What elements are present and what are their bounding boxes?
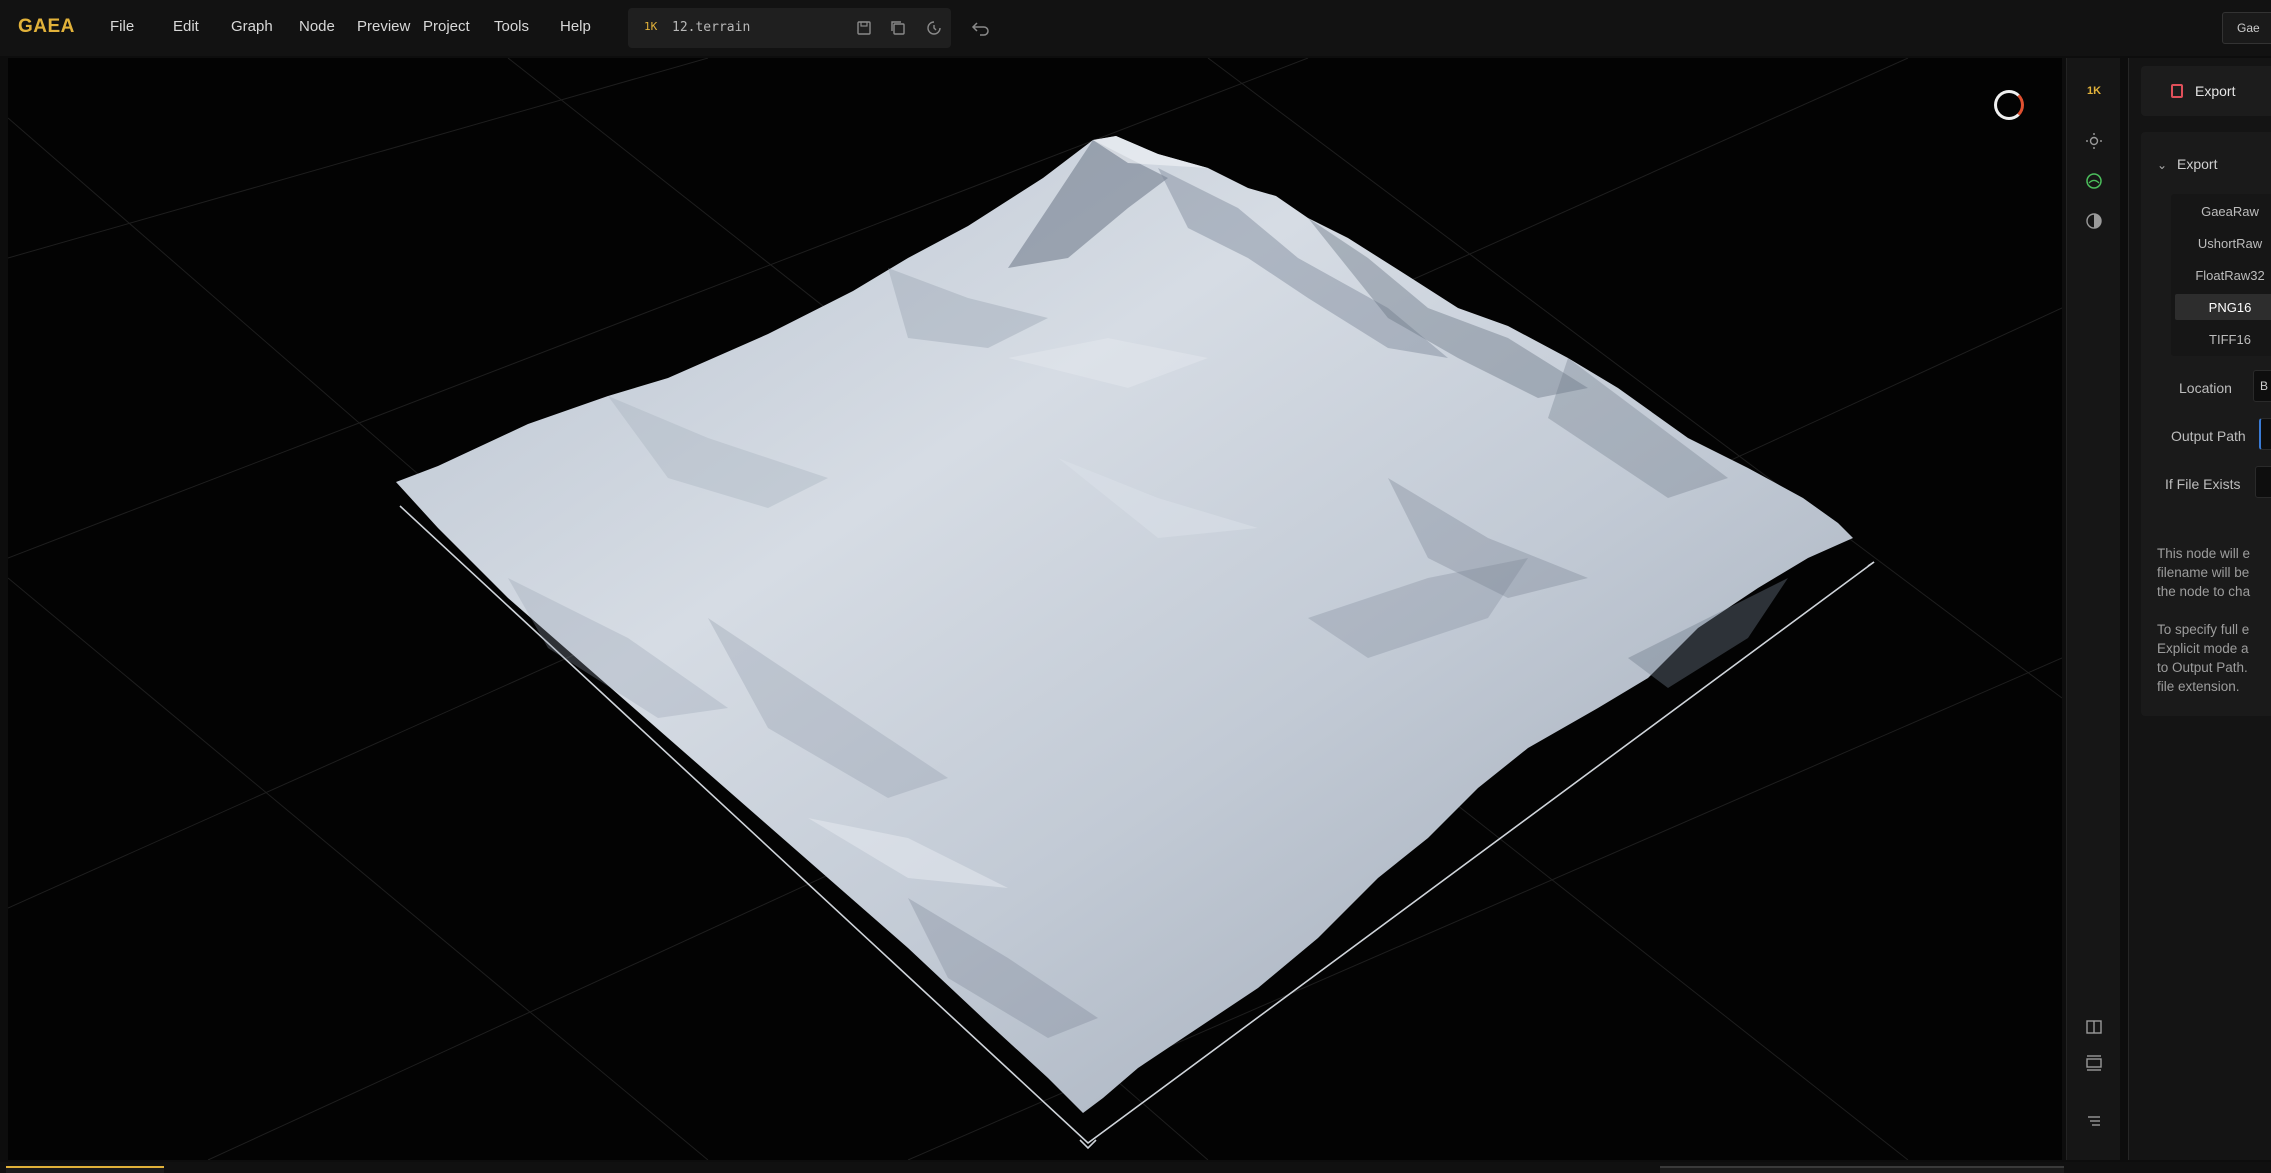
corner-button[interactable]: Gae bbox=[2222, 12, 2271, 44]
format-list: GaeaRaw UshortRaw FloatRaw32 PNG16 TIFF1… bbox=[2171, 194, 2271, 356]
description-line: Explicit mode a bbox=[2157, 641, 2249, 656]
menu-project[interactable]: Project bbox=[423, 18, 470, 35]
format-tiff16[interactable]: TIFF16 bbox=[2175, 326, 2271, 352]
viewport-3d[interactable] bbox=[8, 58, 2062, 1160]
toolstrip-resolution[interactable]: 1K bbox=[2081, 78, 2107, 104]
description-line: to Output Path. bbox=[2157, 660, 2248, 675]
sun-icon[interactable] bbox=[2081, 128, 2107, 154]
if-file-exists-dropdown[interactable] bbox=[2255, 466, 2271, 498]
menu-preview[interactable]: Preview bbox=[357, 18, 410, 35]
menu-file[interactable]: File bbox=[110, 18, 134, 35]
menu-edit[interactable]: Edit bbox=[173, 18, 199, 35]
terrain-surface bbox=[396, 136, 1853, 1113]
output-path-field[interactable] bbox=[2259, 418, 2271, 450]
terrain-render bbox=[8, 58, 2062, 1160]
description-line: the node to cha bbox=[2157, 584, 2251, 599]
format-floatraw32[interactable]: FloatRaw32 bbox=[2175, 262, 2271, 288]
file-name: 12.terrain bbox=[672, 20, 751, 35]
description-line: filename will be bbox=[2157, 565, 2250, 580]
description-line: To specify full e bbox=[2157, 622, 2250, 637]
loading-spinner-icon bbox=[1994, 90, 2024, 120]
panel-toggle-icon[interactable] bbox=[2081, 1014, 2107, 1040]
format-ushortraw[interactable]: UshortRaw bbox=[2175, 230, 2271, 256]
file-box[interactable]: 1K 12.terrain bbox=[628, 8, 951, 48]
top-bar: GAEA File Edit Graph Node Preview Projec… bbox=[0, 0, 2271, 56]
chevron-down-icon[interactable]: ⌄ bbox=[2157, 158, 2167, 172]
if-file-exists-label: If File Exists bbox=[2165, 476, 2241, 492]
location-field[interactable]: B bbox=[2253, 370, 2271, 402]
menu-help[interactable]: Help bbox=[560, 18, 591, 35]
location-label: Location bbox=[2179, 380, 2232, 396]
menu-tools[interactable]: Tools bbox=[494, 18, 529, 35]
viewport-toolstrip: 1K bbox=[2066, 58, 2120, 1160]
description-line: This node will e bbox=[2157, 546, 2251, 561]
globe-icon[interactable] bbox=[2081, 168, 2107, 194]
copy-icon[interactable] bbox=[888, 18, 908, 38]
bottom-tab[interactable] bbox=[1660, 1166, 2064, 1173]
menu-node[interactable]: Node bbox=[299, 18, 335, 35]
export-section: ⌄ Export GaeaRaw UshortRaw FloatRaw32 PN… bbox=[2141, 132, 2271, 716]
menu-graph[interactable]: Graph bbox=[231, 18, 273, 35]
description-line: file extension. bbox=[2157, 679, 2240, 694]
resolution-badge[interactable]: 1K bbox=[644, 20, 657, 33]
format-gaearaw[interactable]: GaeaRaw bbox=[2175, 198, 2271, 224]
export-file-icon bbox=[2171, 84, 2183, 98]
format-png16[interactable]: PNG16 bbox=[2175, 294, 2271, 320]
node-title: Export bbox=[2195, 83, 2236, 99]
section-title[interactable]: Export bbox=[2177, 156, 2217, 172]
output-path-label: Output Path bbox=[2171, 428, 2246, 444]
contrast-icon[interactable] bbox=[2081, 208, 2107, 234]
app-logo: GAEA bbox=[18, 16, 75, 37]
list-icon[interactable] bbox=[2081, 1108, 2107, 1134]
bottom-tab-active[interactable] bbox=[6, 1166, 164, 1173]
undo-icon[interactable] bbox=[968, 16, 994, 40]
layout-icon[interactable] bbox=[2081, 1050, 2107, 1076]
properties-panel: Export ⌄ Export GaeaRaw UshortRaw FloatR… bbox=[2128, 58, 2271, 1160]
history-icon[interactable] bbox=[924, 18, 944, 38]
node-header: Export bbox=[2141, 66, 2271, 116]
save-icon[interactable] bbox=[854, 18, 874, 38]
